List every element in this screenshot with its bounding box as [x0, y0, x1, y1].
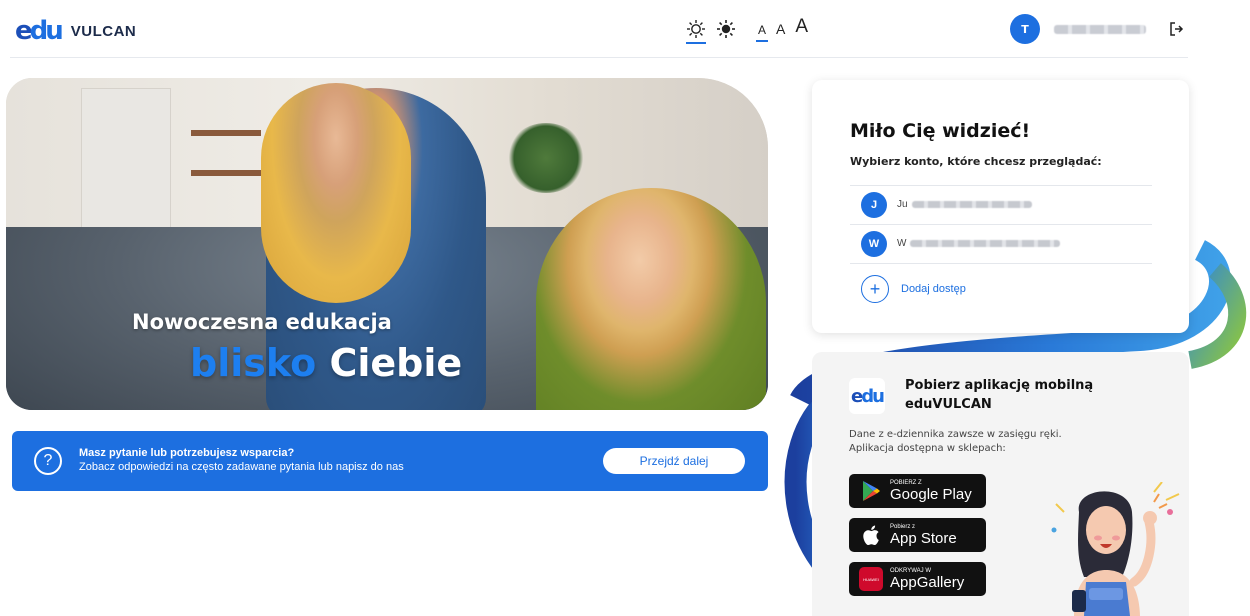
hero-subtitle-blue: blisko — [190, 341, 317, 385]
huawei-icon: HUAWEI — [858, 566, 884, 592]
hero-title: Nowoczesna edukacja — [132, 310, 392, 334]
google-play-button[interactable]: POBIERZ Z Google Play — [849, 474, 986, 508]
choose-account-label: Wybierz konto, które chcesz przeglądać: — [850, 155, 1102, 168]
account-avatar: W — [861, 230, 887, 257]
apple-icon — [858, 522, 884, 548]
font-size-medium[interactable]: A — [776, 22, 785, 36]
welcome-heading: Miło Cię widzieć! — [850, 120, 1031, 142]
user-menu[interactable]: T — [1010, 14, 1146, 44]
mobile-app-card: e du Pobierz aplikację mobilną eduVULCAN … — [812, 352, 1189, 616]
eduvulcan-logo[interactable]: edu VULCAN — [15, 18, 136, 44]
account-select-card: Miło Cię widzieć! Wybierz konto, które c… — [812, 80, 1189, 333]
hero-photo-shelf — [191, 130, 261, 136]
hero-photo-fridge — [81, 88, 171, 248]
brand-name: VULCAN — [70, 22, 137, 40]
app-gallery-button[interactable]: HUAWEI ODKRYWAJ W AppGallery — [849, 562, 986, 596]
hero-photo-plant — [506, 123, 586, 193]
hero-photo-daughter — [261, 83, 411, 303]
mobile-app-description: Dane z e-dziennika zawsze w zasięgu ręki… — [849, 429, 1062, 454]
font-size-small[interactable]: A — [755, 24, 769, 42]
account-name: Ju — [897, 199, 1032, 210]
eduvulcan-app-icon: e du — [849, 378, 885, 414]
account-name: W — [897, 238, 1061, 249]
app-store-button[interactable]: Pobierz z App Store — [849, 518, 986, 552]
plus-icon: + — [861, 274, 889, 303]
hero-subtitle-white: Ciebie — [329, 341, 463, 385]
avatar[interactable]: T — [1010, 14, 1040, 44]
girl-with-phone-illustration — [1051, 482, 1180, 616]
account-item[interactable]: J Ju — [850, 185, 1152, 223]
logout-icon[interactable] — [1168, 21, 1184, 37]
hero-photo-shelf — [191, 170, 261, 176]
high-contrast-icon[interactable] — [716, 19, 736, 39]
question-icon: ? — [34, 447, 62, 475]
edu-logo-mark: edu — [15, 16, 64, 46]
font-size-switcher: A A A — [755, 17, 808, 42]
support-question: Masz pytanie lub potrzebujesz wsparcia? — [79, 447, 295, 459]
add-access-label: Dodaj dostęp — [901, 282, 966, 295]
blurred-text — [911, 200, 1032, 208]
support-description: Zobacz odpowiedzi na często zadawane pyt… — [79, 461, 404, 473]
google-play-icon — [858, 478, 884, 504]
account-item[interactable]: W W — [850, 224, 1152, 262]
blurred-text — [910, 239, 1061, 247]
account-avatar: J — [861, 191, 887, 218]
hero-subtitle: blisko Ciebie — [190, 340, 462, 386]
header-divider — [10, 57, 1188, 58]
support-banner: ? Masz pytanie lub potrzebujesz wsparcia… — [12, 431, 768, 491]
proceed-button[interactable]: Przejdź dalej — [603, 448, 745, 474]
hero-photo-mother — [536, 188, 766, 410]
add-access-button[interactable]: + Dodaj dostęp — [850, 263, 1152, 313]
light-mode-icon[interactable] — [686, 19, 706, 44]
mobile-app-title: Pobierz aplikację mobilną eduVULCAN — [905, 378, 1094, 412]
top-header: edu VULCAN A A A T — [0, 0, 1250, 58]
font-size-large[interactable]: A — [795, 17, 808, 36]
contrast-switcher — [686, 19, 736, 44]
user-name-blurred — [1054, 24, 1146, 34]
